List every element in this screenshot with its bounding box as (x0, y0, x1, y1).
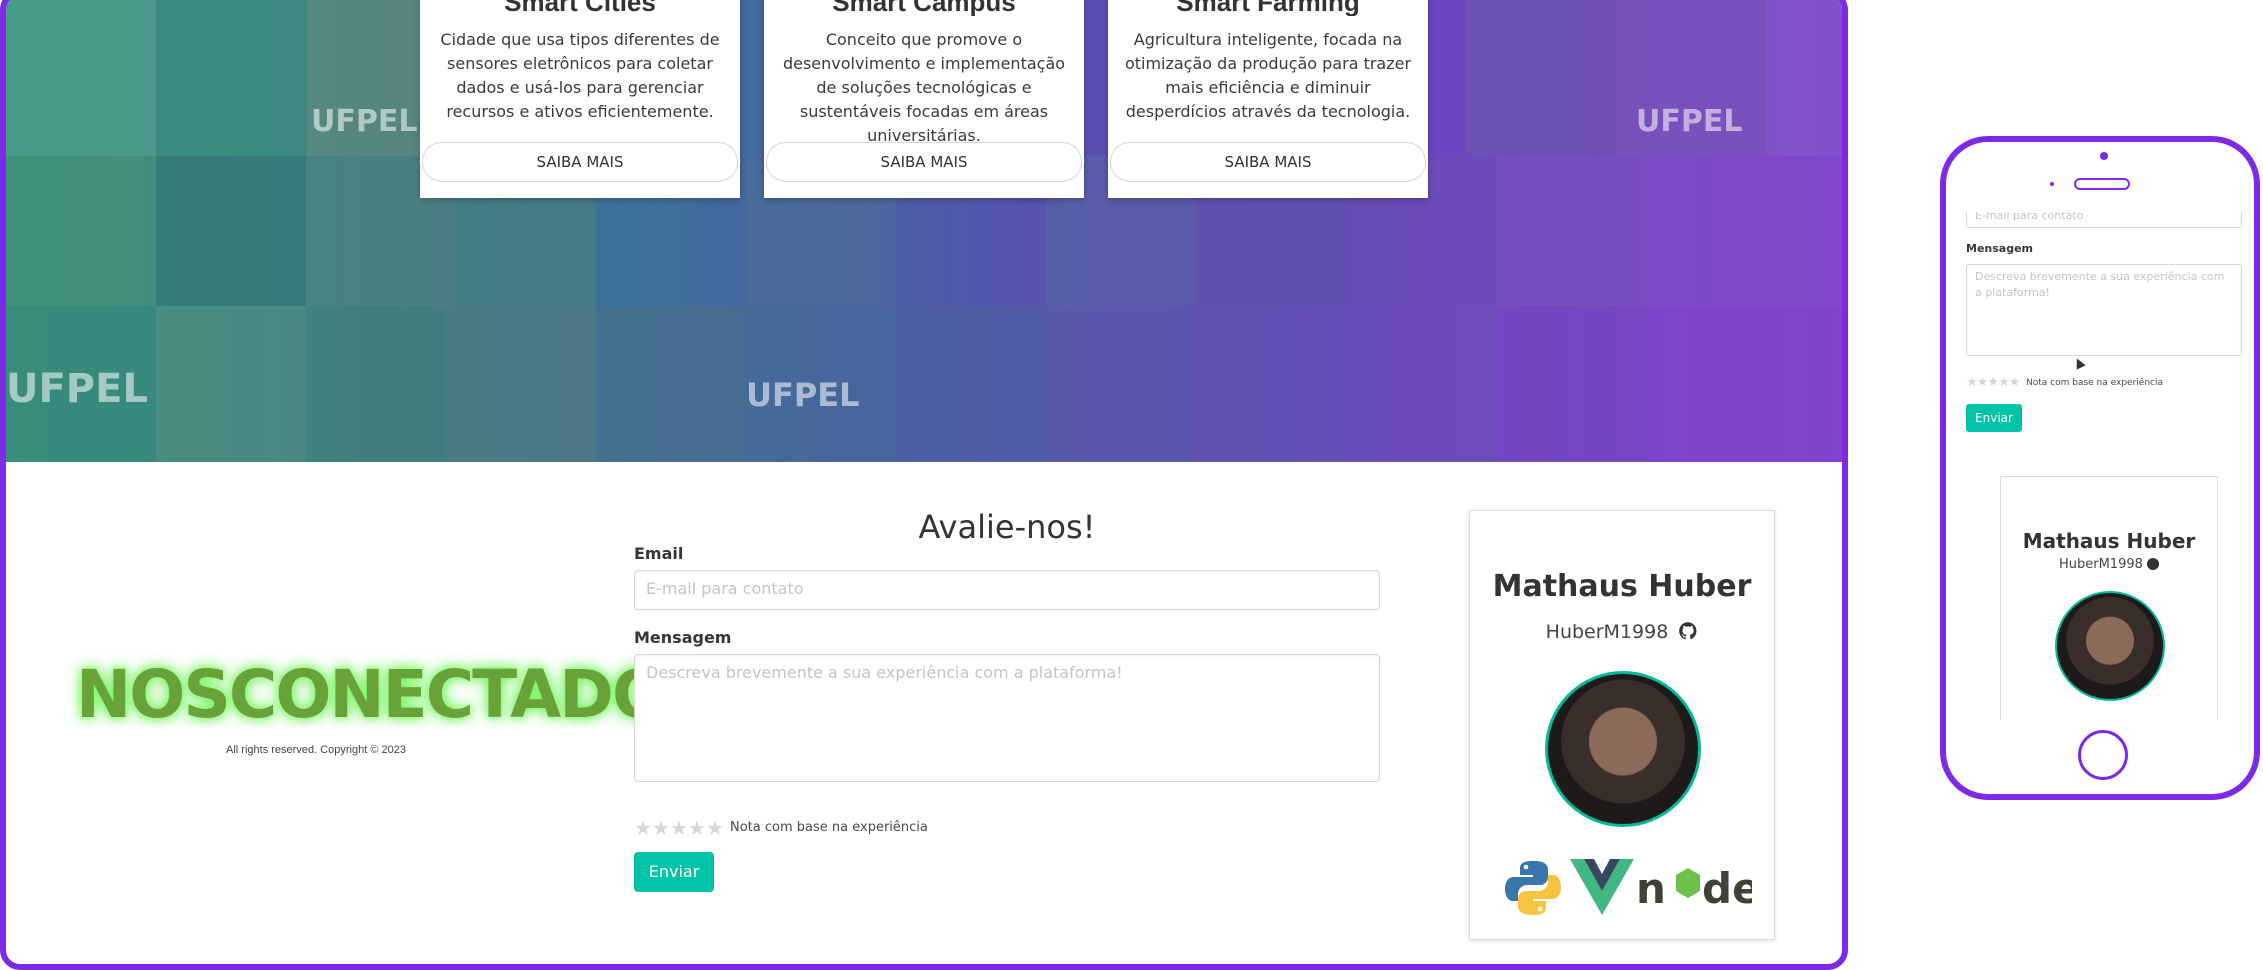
copyright-text: All rights reserved. Copyright © 2023 (226, 744, 406, 756)
submit-button[interactable]: Enviar (1966, 404, 2022, 432)
profile-username-row[interactable]: HuberM1998 (1470, 621, 1774, 643)
submit-button[interactable]: Enviar (634, 852, 714, 892)
star-icon[interactable]: ★ (688, 818, 706, 838)
profile-name: Mathaus Huber (2022, 529, 2196, 553)
card-description: Cidade que usa tipos diferentes de senso… (440, 30, 720, 121)
message-label: Mensagem (1966, 242, 2034, 255)
developer-profile-card: Mathaus Huber HuberM1998 n de (1469, 510, 1775, 940)
cursor-icon (2072, 356, 2086, 370)
message-label: Mensagem (634, 628, 732, 647)
hero-photo (6, 156, 156, 306)
hero-photo (1046, 306, 1196, 462)
card-title: Smart Farming (1176, 0, 1360, 16)
hero-photo (1646, 306, 1842, 462)
star-icon[interactable]: ★ (670, 818, 688, 838)
rating-note: Nota com base na experiência (730, 820, 928, 835)
hero-photo (1466, 0, 1616, 156)
hero-photo (1496, 156, 1646, 306)
desktop-frame: UFPEL UFPEL UFPEL UFPEL Smart Cities Cid… (0, 0, 1848, 970)
star-icon[interactable]: ★ (2009, 375, 2021, 390)
phone-speaker (2074, 178, 2130, 190)
hero-ufpel-label: UFPEL (1636, 104, 1743, 139)
camera-icon (2100, 152, 2108, 160)
hero-photo (156, 306, 306, 462)
python-icon (1505, 861, 1561, 915)
hero-ufpel-label: UFPEL (746, 376, 860, 414)
hero-photo (1496, 306, 1646, 462)
hero-photo (1646, 156, 1842, 306)
card-description: Conceito que promove o desenvolvimento e… (782, 30, 1066, 145)
hero-ufpel-label: UFPEL (6, 366, 148, 412)
rating-stars[interactable]: ★★★★★ (1966, 375, 2021, 390)
saiba-mais-button[interactable]: SAIBA MAIS (1110, 142, 1426, 182)
hero-photo (896, 306, 1046, 462)
saiba-mais-button[interactable]: SAIBA MAIS (422, 142, 738, 182)
hero-photo (1766, 0, 1842, 156)
card-smart-cities: Smart Cities Cidade que usa tipos difere… (420, 0, 740, 198)
github-icon[interactable] (1678, 621, 1698, 641)
phone-sensor-dot (2050, 182, 2054, 186)
brand-logo: NOSCONECTADOS (76, 656, 714, 733)
hero-ufpel-label: UFPEL (311, 104, 418, 139)
hero-photo (1346, 306, 1496, 462)
email-label: Email (634, 544, 684, 563)
email-field[interactable]: E-mail para contato (634, 570, 1380, 610)
star-icon[interactable]: ★ (634, 818, 652, 838)
profile-username: HuberM1998 (1545, 621, 1669, 643)
phone-screen: E-mail para contato Mensagem Descreva br… (1956, 212, 2248, 720)
star-icon[interactable]: ★ (652, 818, 670, 838)
rating-stars[interactable]: ★ ★ ★ ★ ★ (634, 818, 724, 838)
svg-text:de: de (1702, 864, 1752, 913)
github-icon[interactable] (2147, 558, 2160, 570)
home-button[interactable] (2078, 730, 2128, 780)
email-field[interactable]: E-mail para contato (1966, 212, 2242, 228)
node-icon: n de (1636, 864, 1752, 913)
message-textarea[interactable]: Descreva brevemente a sua experiência co… (634, 654, 1380, 782)
hero-photo (306, 306, 446, 462)
star-icon[interactable]: ★ (1977, 375, 1989, 390)
phone-frame: E-mail para contato Mensagem Descreva br… (1940, 136, 2260, 800)
message-textarea[interactable]: Descreva brevemente a sua experiência co… (1966, 264, 2242, 356)
hero-photo (1196, 306, 1346, 462)
card-description: Agricultura inteligente, focada na otimi… (1124, 30, 1412, 121)
profile-name: Mathaus Huber (1492, 569, 1752, 604)
profile-username-row[interactable]: HuberM1998 (2001, 557, 2217, 572)
profile-avatar (2055, 591, 2165, 701)
saiba-mais-button[interactable]: SAIBA MAIS (766, 142, 1082, 182)
rating-note: Nota com base na experiência (2026, 378, 2163, 388)
hero-banner: UFPEL UFPEL UFPEL UFPEL Smart Cities Cid… (6, 0, 1842, 462)
profile-avatar (1545, 671, 1701, 827)
svg-text:n: n (1636, 864, 1666, 913)
star-icon[interactable]: ★ (1987, 375, 1999, 390)
star-icon[interactable]: ★ (1998, 375, 2010, 390)
vue-icon (1570, 859, 1634, 915)
star-icon[interactable]: ★ (1966, 375, 1978, 390)
profile-username: HuberM1998 (2058, 557, 2143, 572)
hero-photo (596, 306, 746, 462)
card-smart-campus: Smart Campus Conceito que promove o dese… (764, 0, 1084, 198)
card-title: Smart Campus (832, 0, 1016, 16)
hero-photo (156, 0, 306, 156)
hero-photo (6, 0, 156, 156)
form-title: Avalie-nos! (918, 508, 1096, 546)
developer-profile-card: Mathaus Huber HuberM1998 (2000, 476, 2218, 720)
card-smart-farming: Smart Farming Agricultura inteligente, f… (1108, 0, 1428, 198)
hero-photo (156, 156, 306, 306)
card-title: Smart Cities (504, 0, 656, 16)
star-icon[interactable]: ★ (706, 818, 724, 838)
hero-photo (446, 306, 596, 462)
